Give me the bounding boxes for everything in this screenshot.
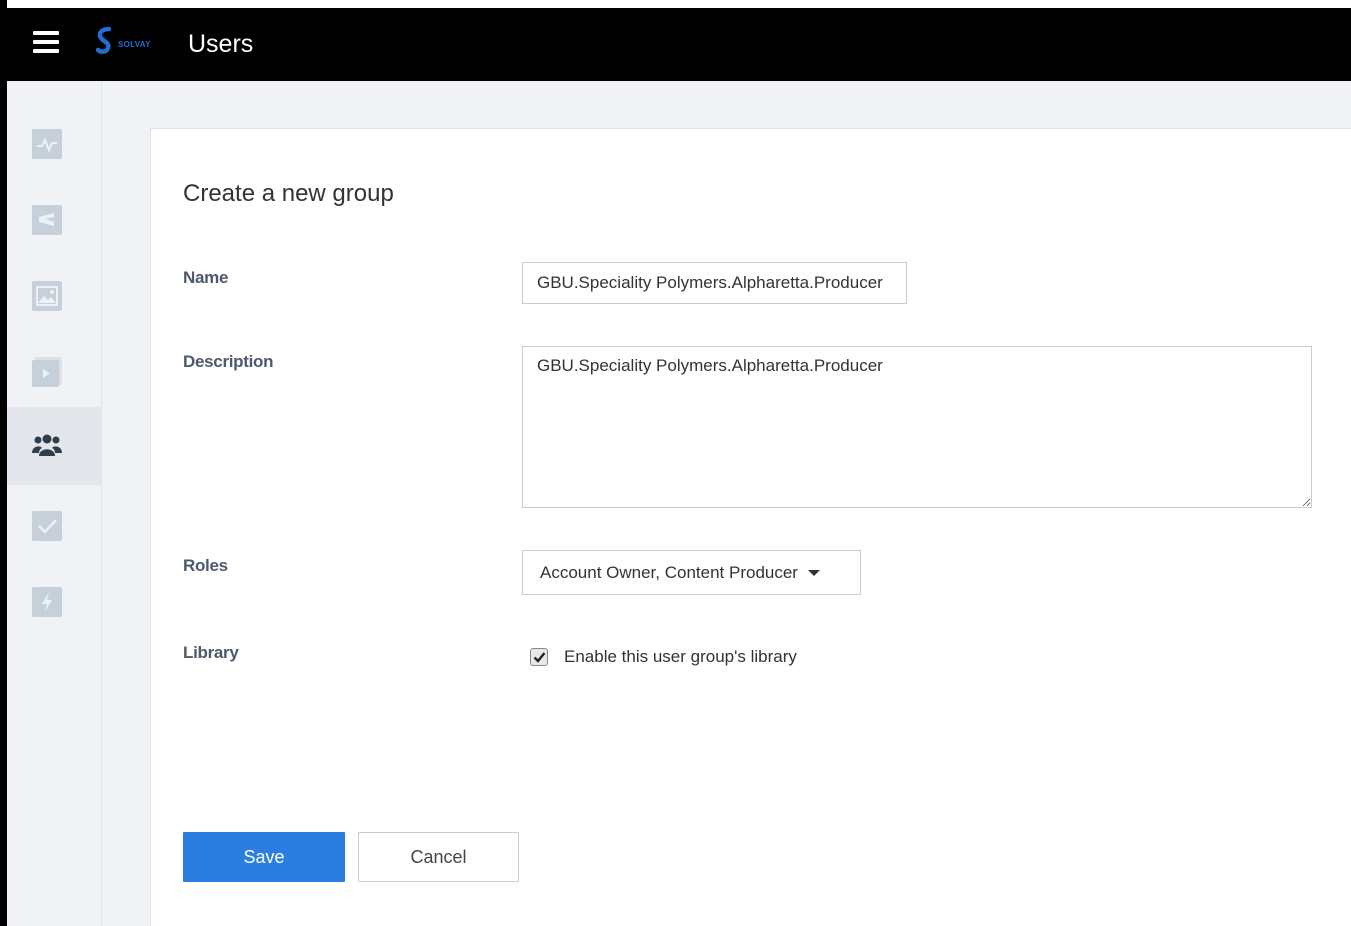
checkmark-icon: [533, 652, 545, 663]
logo-wordmark: SOLVAY: [118, 39, 151, 49]
roles-label: Roles: [183, 556, 228, 575]
app-window: SOLVAY Users Create a new group Name GBU…: [0, 0, 1351, 926]
library-checkbox[interactable]: [530, 648, 548, 666]
sidebar-item-approvals[interactable]: [7, 487, 101, 565]
roles-dropdown[interactable]: Account Owner, Content Producer: [522, 550, 861, 595]
save-button[interactable]: Save: [183, 832, 345, 882]
sidebar-item-share[interactable]: [7, 183, 101, 261]
page-title: Users: [188, 30, 254, 58]
solvay-logo-icon: [95, 26, 112, 54]
chevron-down-icon: [807, 569, 820, 576]
share-icon: [32, 205, 62, 235]
library-label: Library: [183, 643, 239, 662]
users-icon: [32, 434, 62, 456]
image-icon: [32, 281, 62, 311]
window-left-border: [0, 0, 7, 926]
checkmark-icon: [32, 511, 62, 541]
top-white-strip: [0, 0, 1351, 8]
name-label: Name: [183, 268, 229, 287]
solvay-logo[interactable]: SOLVAY: [94, 26, 151, 56]
top-app-bar: SOLVAY Users: [6, 8, 1351, 81]
sidebar-item-integrations[interactable]: [7, 563, 101, 641]
sidebar-item-activity[interactable]: [7, 107, 101, 185]
library-checkbox-row: Enable this user group's library: [530, 647, 797, 667]
sidebar-item-users[interactable]: [7, 407, 101, 485]
library-checkbox-label: Enable this user group's library: [564, 647, 797, 666]
video-icon: [32, 357, 62, 387]
sidebar-item-images[interactable]: [7, 259, 101, 337]
form-card: [150, 128, 1351, 926]
lightning-icon: [32, 587, 62, 617]
form-title: Create a new group: [183, 180, 394, 207]
name-input[interactable]: [522, 262, 907, 304]
description-textarea[interactable]: GBU.Speciality Polymers.Alpharetta.Produ…: [522, 346, 1312, 508]
cancel-button[interactable]: Cancel: [358, 832, 519, 882]
activity-icon: [32, 129, 62, 159]
description-label: Description: [183, 352, 274, 371]
sidebar-nav: [7, 81, 102, 926]
roles-selected-value: Account Owner, Content Producer: [540, 562, 798, 582]
hamburger-menu-icon[interactable]: [33, 31, 59, 55]
sidebar-item-videos[interactable]: [7, 335, 101, 413]
